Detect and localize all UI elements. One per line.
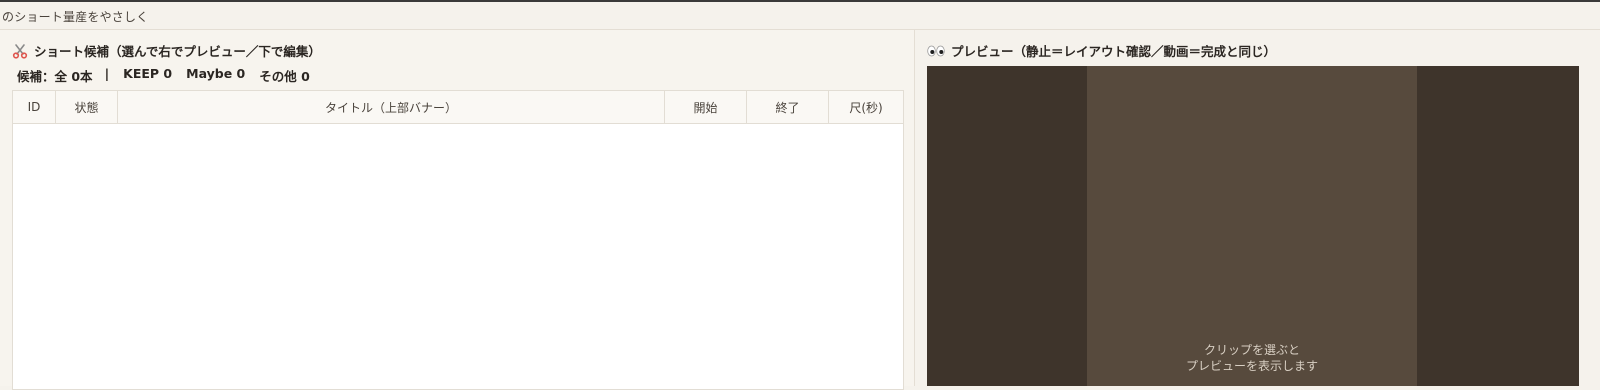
preview-frame: クリップを選ぶと プレビューを表示します: [1087, 66, 1417, 386]
candidates-panel: ショート候補（選んで右でプレビュー／下で編集） 候補：全 0本 | KEEP 0…: [0, 30, 915, 390]
column-header-id[interactable]: ID: [13, 91, 56, 123]
preview-heading: プレビュー（静止＝レイアウト確認／動画＝完成と同じ）: [927, 41, 1276, 60]
column-header-status[interactable]: 状態: [56, 91, 118, 123]
summary-keep: KEEP 0: [123, 66, 173, 81]
preview-message-line1: クリップを選ぶと: [1203, 343, 1300, 357]
candidates-summary: 候補：全 0本 | KEEP 0 Maybe 0 その他 0: [17, 66, 310, 85]
preview-heading-text: プレビュー（静止＝レイアウト確認／動画＝完成と同じ）: [951, 44, 1277, 59]
column-header-title[interactable]: タイトル（上部バナー）: [118, 91, 665, 123]
candidates-heading-text: ショート候補（選んで右でプレビュー／下で編集）: [34, 44, 321, 59]
candidates-table[interactable]: ID 状態 タイトル（上部バナー） 開始 終了 尺(秒): [12, 90, 904, 390]
preview-message-line2: プレビューを表示します: [1185, 359, 1318, 373]
summary-total: 候補：全 0本: [17, 69, 93, 84]
summary-separator: |: [104, 66, 110, 81]
column-header-end[interactable]: 終了: [747, 91, 829, 123]
column-header-duration[interactable]: 尺(秒): [829, 91, 903, 123]
preview-area[interactable]: クリップを選ぶと プレビューを表示します: [927, 66, 1579, 386]
candidates-heading: ショート候補（選んで右でプレビュー／下で編集）: [12, 41, 321, 60]
eyes-icon: [927, 45, 945, 57]
preview-placeholder-message: クリップを選ぶと プレビューを表示します: [1087, 342, 1417, 374]
app-title: のショート量産をやさしく: [2, 10, 149, 24]
window-top-border: [0, 0, 1600, 2]
summary-other: その他 0: [259, 69, 310, 84]
scissors-icon: [12, 43, 28, 59]
summary-maybe: Maybe 0: [186, 66, 246, 81]
column-header-start[interactable]: 開始: [665, 91, 747, 123]
table-header: ID 状態 タイトル（上部バナー） 開始 終了 尺(秒): [13, 91, 903, 124]
